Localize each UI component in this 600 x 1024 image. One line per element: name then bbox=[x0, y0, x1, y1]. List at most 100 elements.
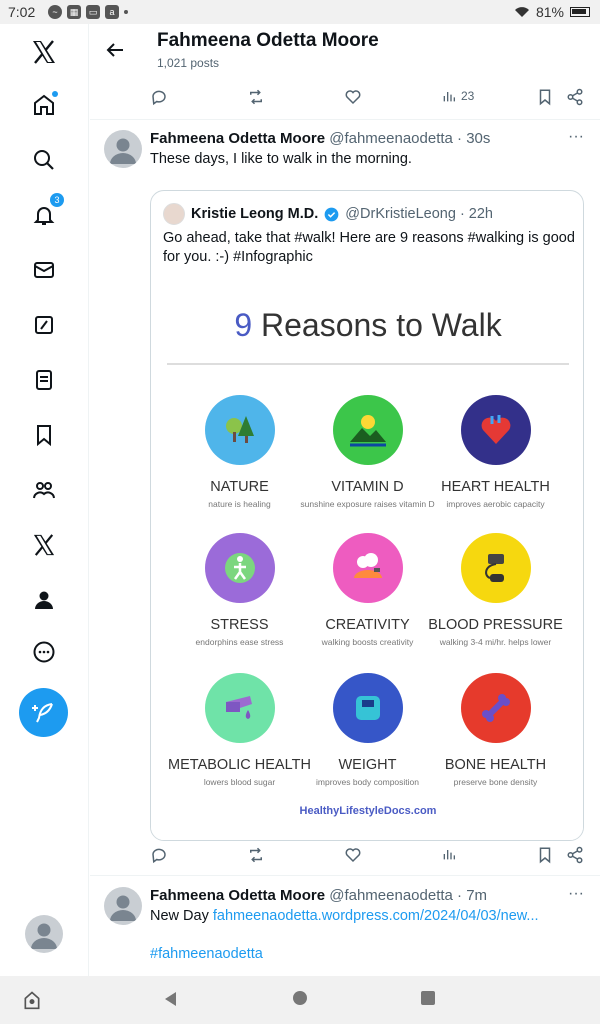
reason-subtext: walking 3-4 mi/hr. helps lower bbox=[439, 637, 552, 647]
reason-label: STRESS bbox=[210, 617, 269, 633]
tweet-text-prefix: New Day bbox=[150, 908, 213, 924]
battery-percent: 81% bbox=[535, 4, 564, 20]
status-time: 7:02 bbox=[8, 4, 36, 20]
like-icon[interactable] bbox=[344, 88, 362, 106]
feather-plus-icon bbox=[31, 702, 53, 722]
communities-icon[interactable] bbox=[28, 474, 60, 506]
reason-creativity: CREATIVITY walking boosts creativity bbox=[295, 533, 440, 647]
reason-subtext: improves aerobic capacity bbox=[446, 499, 545, 509]
tweet-more-icon[interactable]: ··· bbox=[568, 885, 584, 903]
reason-label: WEIGHT bbox=[338, 757, 397, 773]
notifications-icon[interactable]: 3 bbox=[28, 193, 64, 231]
tweet-hashtag[interactable]: #fahmeenaodetta bbox=[150, 946, 263, 962]
quoted-tweet[interactable]: Kristie Leong M.D. @DrKristieLeong · 22h… bbox=[150, 190, 584, 841]
more-options-icon[interactable] bbox=[28, 636, 60, 668]
more-notifications-icon bbox=[124, 10, 128, 14]
back-arrow-icon[interactable] bbox=[103, 38, 127, 62]
tweet-more-icon[interactable]: ··· bbox=[568, 128, 584, 146]
reason-subtext: improves body composition bbox=[316, 777, 419, 787]
tweet-author[interactable]: Fahmeena Odetta Moore @fahmeenaodetta · … bbox=[150, 130, 490, 147]
tree-icon bbox=[204, 395, 275, 465]
views-icon[interactable] bbox=[441, 846, 457, 862]
reason-subtext: walking boosts creativity bbox=[321, 637, 414, 647]
wifi-icon bbox=[514, 7, 529, 17]
reply-icon[interactable] bbox=[150, 846, 168, 864]
quoted-tweet-header: Kristie Leong M.D. @DrKristieLeong · 22h bbox=[163, 203, 493, 225]
tweet-text: New Day fahmeenaodetta.wordpress.com/202… bbox=[150, 908, 539, 924]
tweet-handle-time: @fahmeenaodetta · 30s bbox=[329, 130, 491, 147]
heart-icon bbox=[460, 395, 531, 465]
reply-icon[interactable] bbox=[150, 88, 168, 106]
battery-icon bbox=[570, 7, 590, 17]
reason-bone-health: BONE HEALTH preserve bone density bbox=[423, 673, 568, 787]
reason-label: CREATIVITY bbox=[325, 617, 410, 633]
tweet-actions bbox=[90, 838, 600, 874]
share-icon[interactable] bbox=[566, 88, 584, 106]
x-logo-icon[interactable] bbox=[28, 36, 60, 68]
views-stat[interactable]: 23 bbox=[441, 88, 474, 104]
views-icon bbox=[443, 92, 455, 102]
blood-drop-icon bbox=[204, 673, 275, 743]
recents-nav-icon[interactable] bbox=[420, 990, 436, 1011]
header-title: Fahmeena Odetta Moore bbox=[157, 30, 379, 51]
accessibility-icon[interactable] bbox=[22, 990, 42, 1015]
share-icon[interactable] bbox=[566, 846, 584, 864]
infographic-image[interactable]: 9 Reasons to Walk NATURE nature is heali… bbox=[151, 275, 583, 840]
reason-label: BONE HEALTH bbox=[444, 757, 547, 773]
brain-cloud-icon bbox=[332, 533, 403, 603]
tweet-text: These days, I like to walk in the mornin… bbox=[150, 151, 412, 167]
bookmark-icon[interactable] bbox=[536, 846, 554, 864]
quoted-text: Go ahead, take that #walk! Here are 9 re… bbox=[163, 230, 575, 265]
infographic-title-text: Reasons to Walk bbox=[252, 307, 502, 343]
tweet-author[interactable]: Fahmeena Odetta Moore @fahmeenaodetta · … bbox=[150, 887, 487, 904]
divider bbox=[90, 119, 600, 120]
tweet-handle-time: @fahmeenaodetta · 7m bbox=[329, 887, 488, 904]
reason-blood-pressure: BLOOD PRESSURE walking 3-4 mi/hr. helps … bbox=[423, 533, 568, 647]
account-avatar[interactable] bbox=[25, 915, 63, 953]
photos-icon: ▭ bbox=[86, 5, 100, 19]
profile-header: Fahmeena Odetta Moore 1,021 posts bbox=[89, 24, 600, 80]
infographic-source: HealthyLifestyleDocs.com bbox=[299, 805, 437, 817]
tweet-avatar[interactable] bbox=[104, 130, 142, 168]
infographic-title: 9 Reasons to Walk bbox=[151, 307, 583, 344]
tweet-author-name: Fahmeena Odetta Moore bbox=[150, 887, 326, 904]
reason-label: METABOLIC HEALTH bbox=[168, 757, 311, 773]
reason-subtext: lowers blood sugar bbox=[203, 777, 276, 787]
tweet-avatar[interactable] bbox=[104, 887, 142, 925]
search-icon[interactable] bbox=[28, 144, 60, 176]
home-icon[interactable] bbox=[28, 89, 60, 121]
quoted-author-name: Kristie Leong M.D. bbox=[191, 206, 319, 222]
system-nav-bar bbox=[0, 976, 600, 1024]
reason-subtext: preserve bone density bbox=[453, 777, 538, 787]
messages-icon[interactable] bbox=[28, 254, 60, 286]
quoted-handle-time: @DrKristieLeong · 22h bbox=[345, 206, 494, 222]
reason-label: VITAMIN D bbox=[331, 479, 404, 495]
infographic-divider bbox=[167, 363, 569, 365]
reason-metabolic-health: METABOLIC HEALTH lowers blood sugar bbox=[167, 673, 312, 787]
home-nav-icon[interactable] bbox=[292, 990, 308, 1011]
divider bbox=[90, 875, 600, 876]
status-bar: 7:02 ~ ▦ ▭ a 81% bbox=[0, 0, 600, 24]
reason-heart-health: HEART HEALTH improves aerobic capacity bbox=[423, 395, 568, 509]
lists-icon[interactable] bbox=[28, 364, 60, 396]
views-count: 23 bbox=[461, 89, 475, 103]
back-nav-icon[interactable] bbox=[162, 990, 180, 1013]
reason-label: NATURE bbox=[210, 479, 269, 495]
verified-badge-icon bbox=[324, 207, 339, 221]
tweet-link[interactable]: fahmeenaodetta.wordpress.com/2024/04/03/… bbox=[213, 908, 539, 924]
bookmarks-icon[interactable] bbox=[28, 419, 60, 451]
amazon-icon: a bbox=[105, 5, 119, 19]
sun-mountain-icon bbox=[332, 395, 403, 465]
grok-icon[interactable] bbox=[28, 309, 60, 341]
reason-label: HEART HEALTH bbox=[441, 479, 550, 495]
reason-weight: WEIGHT improves body composition bbox=[295, 673, 440, 787]
repost-icon[interactable] bbox=[247, 88, 265, 106]
bookmark-icon[interactable] bbox=[536, 88, 554, 106]
notifications-badge: 3 bbox=[50, 193, 64, 207]
premium-x-icon[interactable] bbox=[28, 529, 60, 561]
repost-icon[interactable] bbox=[247, 846, 265, 864]
compose-button[interactable] bbox=[19, 688, 68, 737]
profile-icon[interactable] bbox=[28, 584, 60, 616]
reason-label: BLOOD PRESSURE bbox=[428, 617, 563, 633]
like-icon[interactable] bbox=[344, 846, 362, 864]
